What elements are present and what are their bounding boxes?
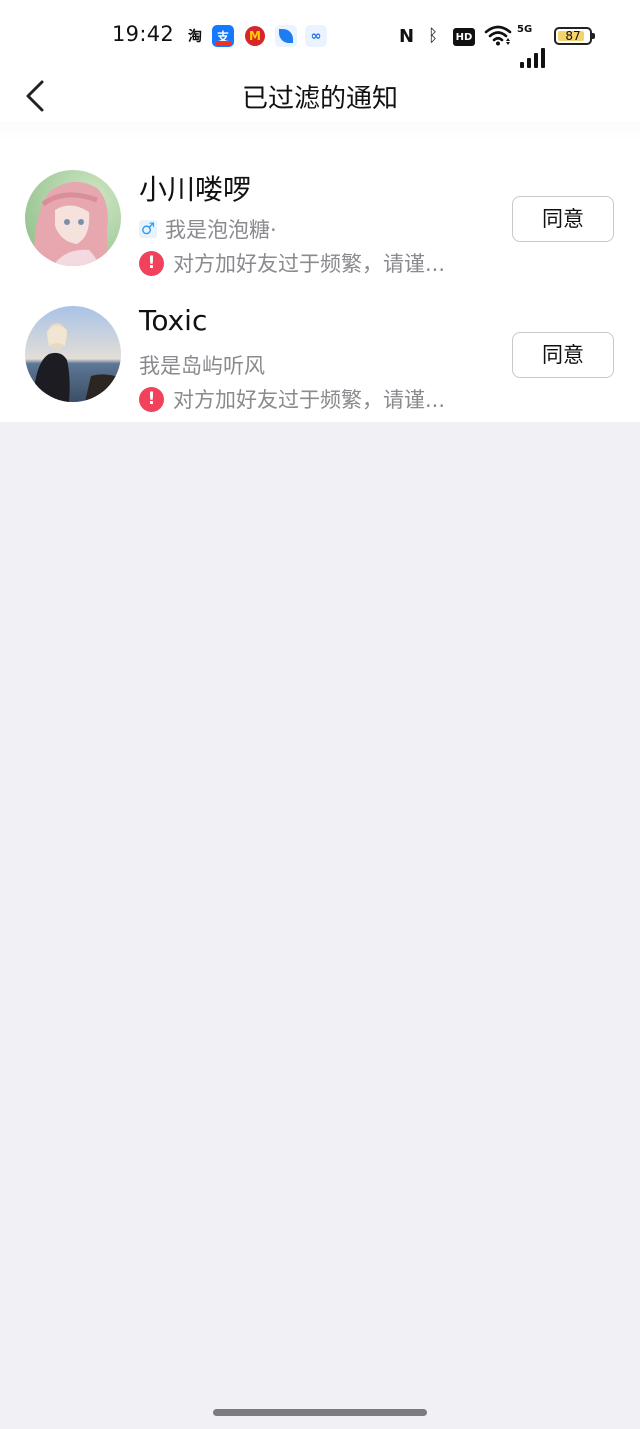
mcdonalds-logo: M xyxy=(245,26,265,46)
alipay-icon: 支 xyxy=(212,25,234,47)
exclamation-icon: ! xyxy=(139,386,164,412)
bluetooth-icon: ᛒ xyxy=(428,26,439,46)
home-indicator[interactable] xyxy=(213,1409,427,1416)
request-message: ♂ 我是泡泡糖· xyxy=(139,214,277,244)
list-item[interactable]: Toxic 我是岛屿听风 ! 对方加好友过于频繁，请谨... 同意 xyxy=(0,286,640,422)
nav-bar: 已过滤的通知 xyxy=(0,72,640,122)
warning-text: 对方加好友过于频繁，请谨... xyxy=(173,388,446,412)
warning-line: ! 对方加好友过于频繁，请谨... xyxy=(139,384,445,414)
hd-icon: HD xyxy=(453,28,475,46)
message-text: 我是泡泡糖· xyxy=(165,218,277,242)
contact-name: 小川喽啰 xyxy=(139,173,252,206)
avatar[interactable] xyxy=(25,306,121,402)
male-icon: ♂ xyxy=(139,219,157,238)
battery-level: 87 xyxy=(565,29,581,43)
nfc-icon: N xyxy=(399,25,415,47)
wifi-icon xyxy=(484,25,512,46)
contact-name: Toxic xyxy=(139,304,208,337)
agree-button[interactable]: 同意 xyxy=(512,196,614,242)
warning-line: ! 对方加好友过于频繁，请谨... xyxy=(139,248,445,278)
list-item[interactable]: 小川喽啰 ♂ 我是泡泡糖· ! 对方加好友过于频繁，请谨... 同意 xyxy=(0,150,640,286)
baidu-netdisk-icon: ∞ xyxy=(305,25,327,47)
request-message: 我是岛屿听风 xyxy=(139,350,265,380)
warning-text: 对方加好友过于频繁，请谨... xyxy=(173,252,446,276)
5g-signal-icon: 5G xyxy=(517,24,547,68)
status-bar: 19:42 淘 支 M ∞ N ᛒ HD 5G 87 xyxy=(0,0,640,72)
network-type: 5G xyxy=(517,24,533,35)
taobao-icon: 淘 xyxy=(184,25,206,47)
feather-app-icon xyxy=(275,25,297,47)
exclamation-icon: ! xyxy=(139,250,164,276)
avatar[interactable] xyxy=(25,170,121,266)
nav-divider xyxy=(0,122,640,142)
battery-icon: 87 xyxy=(554,27,595,45)
message-text: 我是岛屿听风 xyxy=(139,354,265,378)
status-time: 19:42 xyxy=(112,22,175,46)
agree-button[interactable]: 同意 xyxy=(512,332,614,378)
page-title: 已过滤的通知 xyxy=(241,84,398,114)
mcdonalds-icon: M xyxy=(244,25,266,47)
